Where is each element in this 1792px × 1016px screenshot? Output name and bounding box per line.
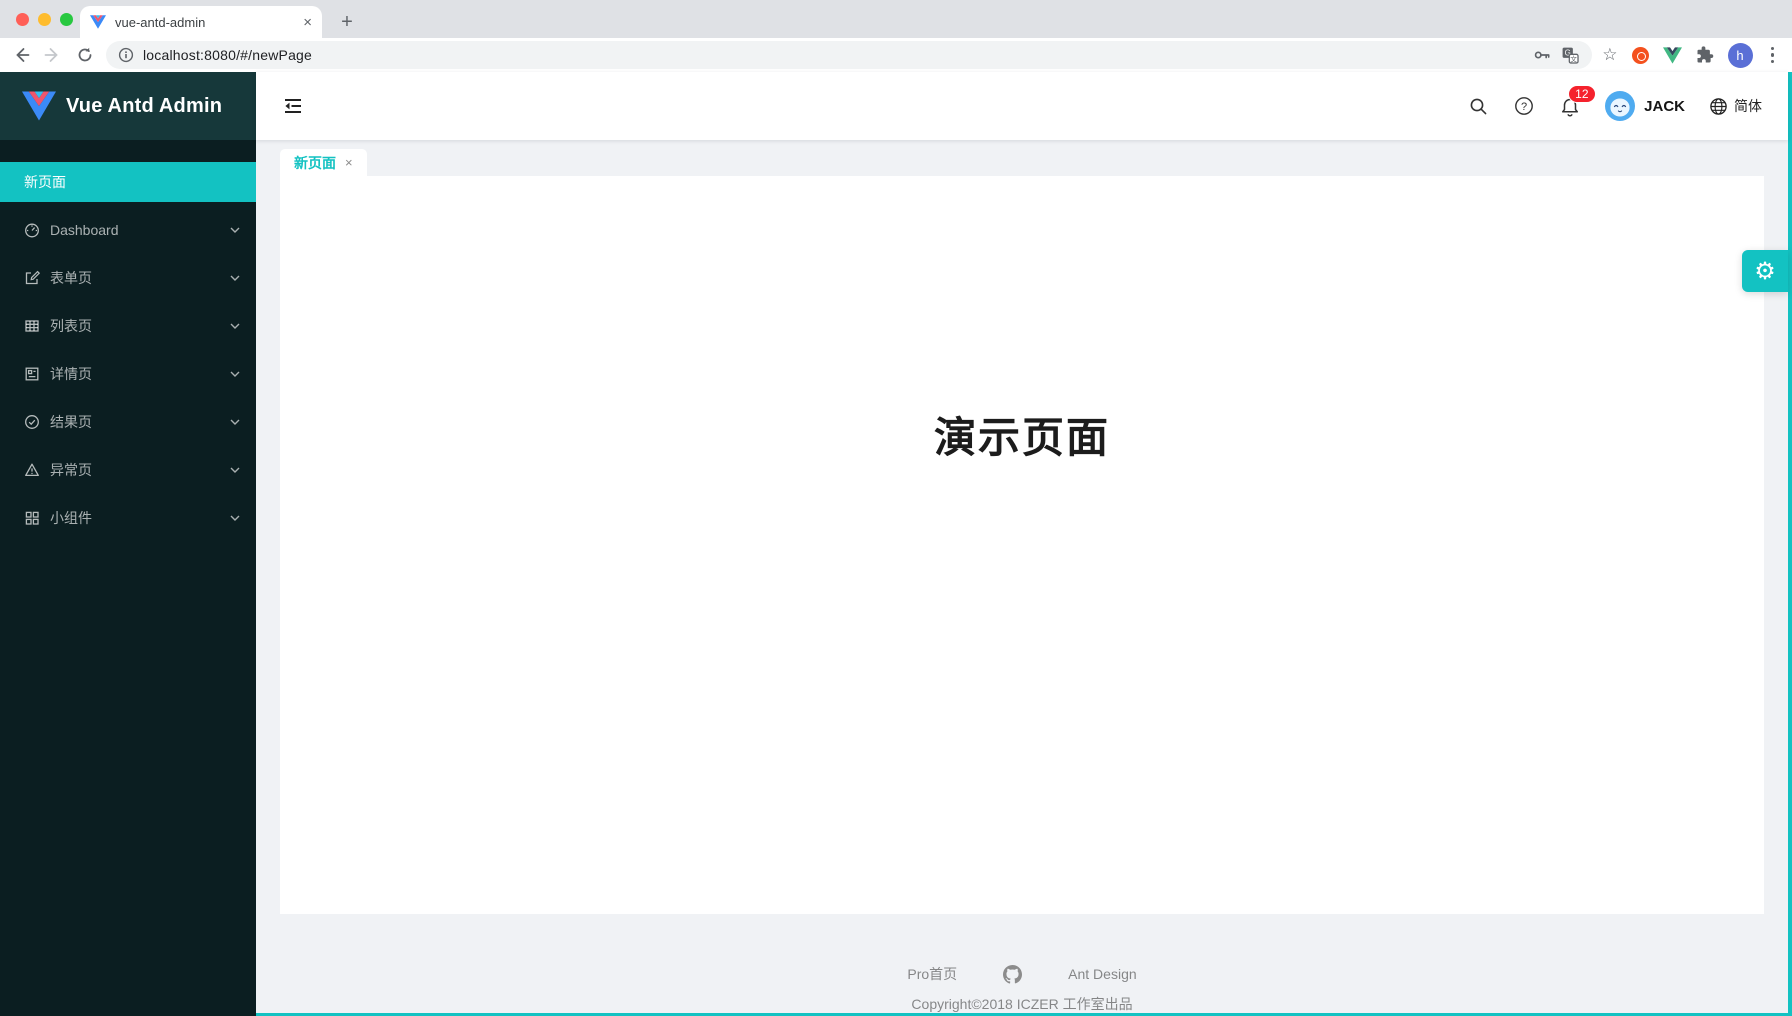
page-title: 演示页面 — [280, 404, 1764, 465]
app-footer: Pro首页 Ant Design Copyright©2018 ICZER 工作… — [256, 914, 1788, 1013]
sidebar-item-new-page[interactable]: 新页面 — [0, 162, 256, 202]
url-text[interactable]: localhost:8080/#/newPage — [143, 47, 1523, 63]
menu-fold-icon[interactable] — [282, 95, 304, 117]
sidebar-item-results[interactable]: 结果页 — [0, 402, 256, 442]
user-menu[interactable]: JACK — [1605, 91, 1685, 121]
minimize-window-button[interactable] — [38, 13, 51, 26]
page-tab-new-page[interactable]: 新页面 × — [280, 149, 367, 176]
browser-tab[interactable]: vue-antd-admin × — [80, 6, 322, 38]
extensions-puzzle-icon[interactable] — [1696, 46, 1714, 64]
extension-orange-icon[interactable] — [1632, 47, 1649, 64]
browser-toolbar: localhost:8080/#/newPage G 文 ☆ h — [0, 38, 1792, 72]
close-window-button[interactable] — [16, 13, 29, 26]
content-card: 演示页面 — [280, 176, 1764, 914]
forward-icon[interactable] — [42, 44, 64, 66]
app-logo[interactable]: Vue Antd Admin — [0, 72, 256, 140]
vue-favicon-icon — [90, 15, 106, 29]
notification-badge: 12 — [1568, 85, 1595, 103]
footer-link-pro-home[interactable]: Pro首页 — [907, 964, 957, 984]
dashboard-icon — [24, 222, 40, 238]
toolbar-extensions: h — [1628, 43, 1783, 68]
svg-text:文: 文 — [1571, 54, 1578, 63]
chevron-down-icon — [230, 371, 240, 377]
user-avatar — [1605, 91, 1635, 121]
page-info-icon[interactable] — [118, 47, 134, 63]
browser-window: vue-antd-admin × + localhost:8080/#/newP… — [0, 0, 1792, 1016]
sidebar-item-lists[interactable]: 列表页 — [0, 306, 256, 346]
chevron-down-icon — [230, 467, 240, 473]
footer-links: Pro首页 Ant Design — [907, 964, 1136, 984]
app-title: Vue Antd Admin — [66, 95, 222, 118]
browser-tab-strip: vue-antd-admin × + — [0, 0, 1792, 38]
main-area: ? 12 JACK — [256, 72, 1788, 1016]
profile-icon — [24, 366, 40, 382]
browser-tab-title: vue-antd-admin — [115, 15, 294, 30]
translate-icon[interactable]: G 文 — [1561, 46, 1580, 65]
appstore-icon — [24, 510, 40, 526]
reload-icon[interactable] — [74, 44, 96, 66]
back-icon[interactable] — [10, 44, 32, 66]
password-key-icon[interactable] — [1532, 45, 1552, 65]
new-tab-button[interactable]: + — [334, 9, 360, 35]
sidebar-item-details[interactable]: 详情页 — [0, 354, 256, 394]
sidebar-item-exceptions[interactable]: 异常页 — [0, 450, 256, 490]
browser-profile-avatar[interactable]: h — [1728, 43, 1753, 68]
tab-close-icon[interactable]: × — [303, 14, 312, 31]
page-tab-close-icon[interactable]: × — [345, 155, 353, 170]
language-label: 简体 — [1734, 96, 1762, 116]
footer-link-ant-design[interactable]: Ant Design — [1068, 966, 1136, 982]
language-switcher[interactable]: 简体 — [1709, 96, 1762, 116]
notification-bell-icon[interactable]: 12 — [1559, 95, 1581, 117]
address-bar[interactable]: localhost:8080/#/newPage G 文 — [106, 41, 1592, 69]
chevron-down-icon — [230, 227, 240, 233]
traffic-lights[interactable] — [16, 13, 73, 26]
sidebar-menu: 新页面 Dashboard 表单页 — [0, 140, 256, 538]
browser-menu-icon[interactable] — [1767, 47, 1779, 64]
search-icon[interactable] — [1467, 95, 1489, 117]
warning-icon — [24, 462, 40, 478]
sidebar: Vue Antd Admin 新页面 Dashboard — [0, 72, 256, 1016]
globe-icon — [1709, 97, 1728, 116]
copyright: Copyright©2018 ICZER 工作室出品 — [911, 994, 1132, 1014]
bookmark-star-icon[interactable]: ☆ — [1602, 45, 1617, 65]
chevron-down-icon — [230, 419, 240, 425]
settings-gear-button[interactable]: ⚙ — [1742, 250, 1788, 292]
vue-devtools-icon[interactable] — [1663, 47, 1682, 64]
sidebar-item-widgets[interactable]: 小组件 — [0, 498, 256, 538]
chevron-down-icon — [230, 275, 240, 281]
sidebar-item-dashboard[interactable]: Dashboard — [0, 210, 256, 250]
page-tab-bar: 新页面 × — [256, 140, 1788, 176]
check-circle-icon — [24, 414, 40, 430]
username: JACK — [1644, 98, 1685, 115]
vue-antd-admin-app: Vue Antd Admin 新页面 Dashboard — [0, 72, 1792, 1016]
header-actions: ? 12 JACK — [1467, 91, 1762, 121]
table-icon — [24, 318, 40, 334]
vue-logo-icon — [22, 91, 56, 121]
svg-text:?: ? — [1521, 101, 1527, 113]
help-icon[interactable]: ? — [1513, 95, 1535, 117]
sidebar-item-forms[interactable]: 表单页 — [0, 258, 256, 298]
gear-icon: ⚙ — [1754, 257, 1776, 286]
chevron-down-icon — [230, 323, 240, 329]
form-icon — [24, 270, 40, 286]
app-header: ? 12 JACK — [256, 72, 1788, 140]
maximize-window-button[interactable] — [60, 13, 73, 26]
github-icon[interactable] — [1003, 965, 1022, 984]
page-body: 演示页面 Pro首页 Ant Design Copyright©2018 ICZ… — [256, 176, 1788, 1013]
chevron-down-icon — [230, 515, 240, 521]
